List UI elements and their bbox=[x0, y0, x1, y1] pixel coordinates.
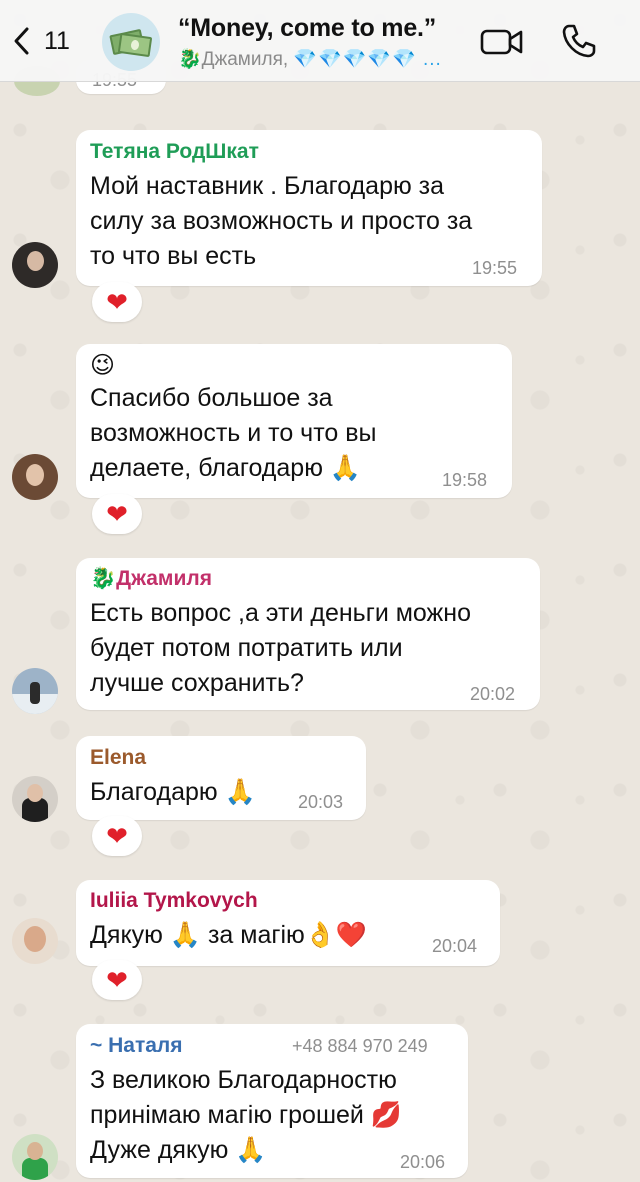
heart-reaction[interactable]: ❤ bbox=[92, 816, 142, 856]
message-time: 20:02 bbox=[470, 684, 516, 704]
message-time: 20:06 bbox=[400, 1152, 446, 1172]
group-avatar[interactable] bbox=[102, 13, 160, 71]
back-button[interactable]: 11 bbox=[12, 26, 70, 56]
unread-count: 11 bbox=[44, 26, 70, 55]
sender-phone[interactable]: +48 884 970 249 bbox=[292, 1036, 428, 1057]
video-call-icon[interactable] bbox=[480, 26, 524, 58]
message-text-line: будет потом потратить или bbox=[90, 634, 403, 662]
heart-reaction[interactable]: ❤ bbox=[92, 494, 142, 534]
message-sender[interactable]: Тетяна РодШкат bbox=[90, 140, 259, 164]
message-text-line: лучше сохранить? bbox=[90, 669, 304, 697]
message-text-line: Спасибо большое за bbox=[90, 384, 333, 412]
message-text-line: принімаю магію грошей 💋 bbox=[90, 1101, 402, 1129]
member-gems: 💎💎💎💎💎 ... bbox=[293, 49, 442, 70]
message-text-line: Благодарю 🙏 bbox=[90, 778, 256, 806]
wink-emoji: 😉 bbox=[90, 352, 116, 379]
phone-call-icon[interactable] bbox=[560, 22, 598, 60]
avatar[interactable] bbox=[12, 776, 58, 822]
chat-title: “Money, come to me.” bbox=[178, 14, 437, 42]
member-name: 🐉Джамиля, bbox=[178, 49, 289, 70]
message-time: 20:04 bbox=[432, 936, 478, 956]
avatar[interactable] bbox=[12, 668, 58, 714]
message-text-line: Мой наставник . Благодарю за bbox=[90, 172, 445, 200]
message-sender[interactable]: Iuliia Tymkovych bbox=[90, 889, 258, 913]
message-sender[interactable]: 🐉Джамиля bbox=[90, 567, 212, 591]
message-text-line: возможность и то что вы bbox=[90, 419, 377, 447]
message-text-line: силу за возможность и просто за bbox=[90, 207, 473, 235]
heart-reaction[interactable]: ❤ bbox=[92, 960, 142, 1000]
message-text-line: то что вы есть bbox=[90, 242, 257, 270]
message-text-line: делаете, благодарю 🙏 bbox=[90, 454, 362, 482]
chat-info[interactable]: “Money, come to me.” 🐉Джамиля, 💎💎💎💎💎 ... bbox=[178, 14, 468, 71]
message-time: 19:58 bbox=[442, 470, 488, 490]
message-text-line: Есть вопрос ,а эти деньги можно bbox=[90, 599, 471, 627]
message-sender[interactable]: ~ Наталя bbox=[90, 1034, 183, 1058]
chevron-left-icon bbox=[14, 27, 29, 55]
message-text-line: Дякую 🙏 за магію👌❤️ bbox=[90, 921, 368, 949]
avatar[interactable] bbox=[12, 918, 58, 964]
message-time: 20:03 bbox=[298, 792, 344, 812]
message-sender[interactable]: Elena bbox=[90, 746, 146, 770]
heart-reaction[interactable]: ❤ bbox=[92, 282, 142, 322]
avatar[interactable] bbox=[12, 242, 58, 288]
avatar[interactable] bbox=[12, 454, 58, 500]
avatar[interactable] bbox=[12, 1134, 58, 1180]
message-text-line: Дуже дякую 🙏 bbox=[90, 1136, 267, 1164]
chat-members: 🐉Джамиля, 💎💎💎💎💎 ... bbox=[178, 47, 468, 71]
message-text-line: З великою Благодарностю bbox=[90, 1066, 397, 1094]
message-time: 19:55 bbox=[472, 258, 518, 278]
chat-header: 11 “Money, come to me.” 🐉Джамиля, 💎💎💎💎💎 … bbox=[0, 0, 640, 82]
